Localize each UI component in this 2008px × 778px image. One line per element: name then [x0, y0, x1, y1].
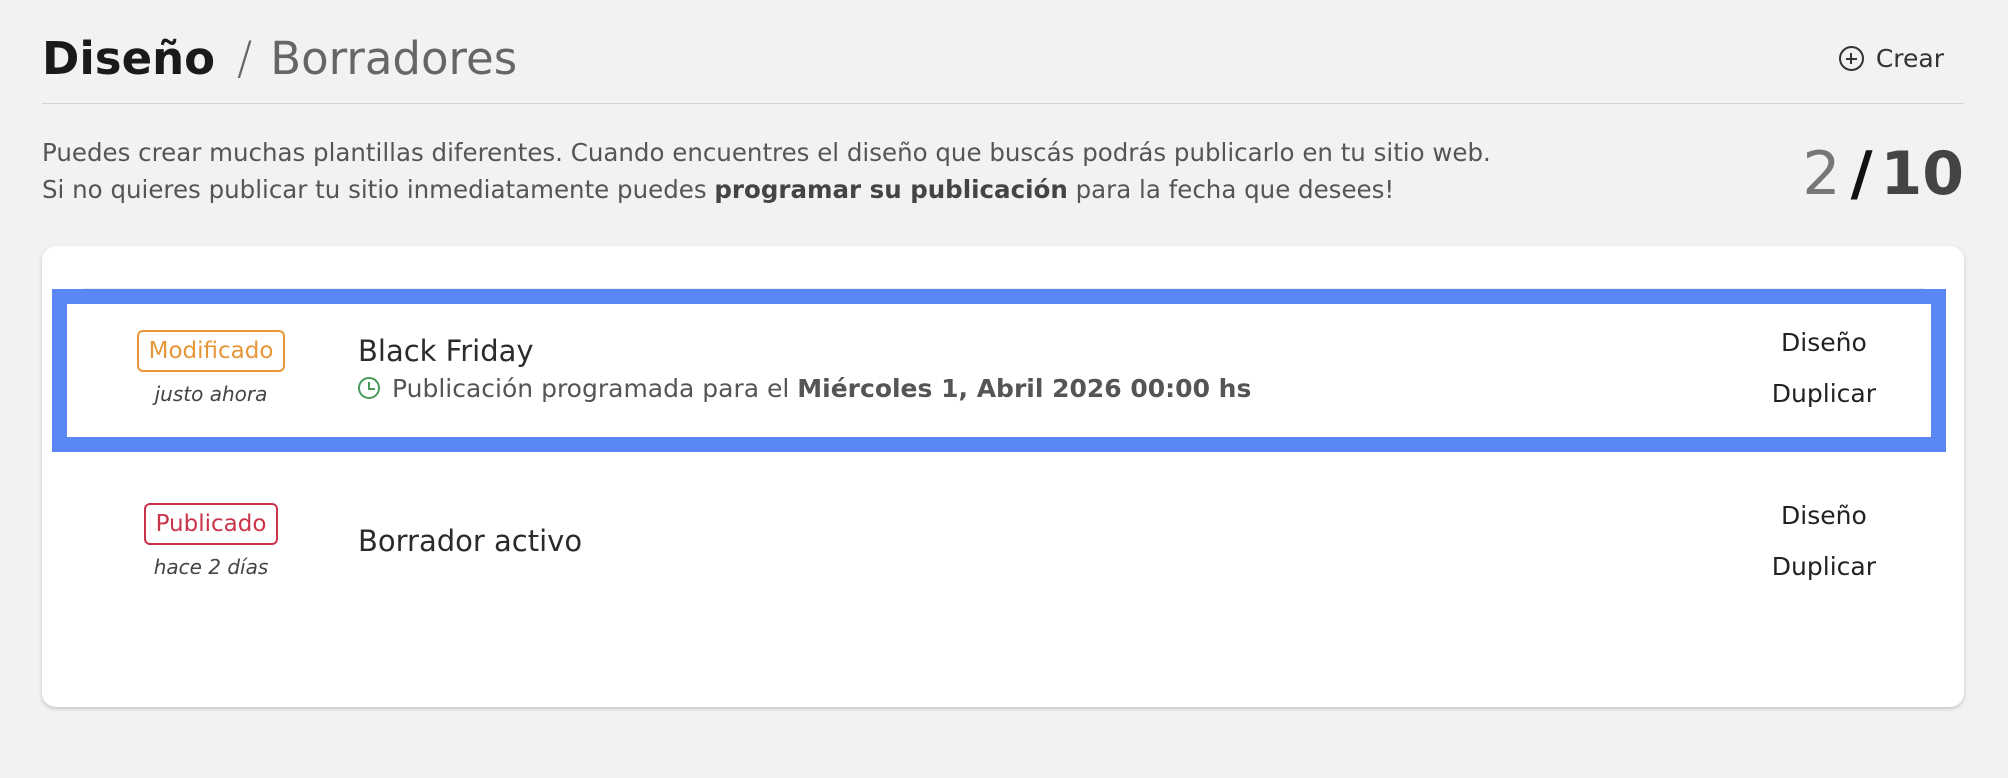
create-button[interactable]: Crear — [1838, 44, 1944, 73]
counter-total: 10 — [1880, 139, 1965, 209]
draft-row[interactable]: Modificado justo ahora Black Friday Publ… — [82, 288, 1924, 448]
row-actions: Diseño Duplicar — [1772, 289, 1876, 447]
breadcrumb-page: Borradores — [270, 32, 518, 85]
description-text-end: para la fecha que desees! — [1067, 175, 1395, 204]
breadcrumb: Diseño / Borradores — [42, 30, 517, 89]
breadcrumb-section[interactable]: Diseño — [42, 32, 215, 85]
description-line-1: Puedes crear muchas plantillas diferente… — [42, 138, 1491, 167]
status-badge: Modificado — [136, 329, 286, 373]
draft-info: Black Friday Publicación programada para… — [358, 289, 1251, 447]
status-column: Modificado justo ahora — [82, 289, 340, 447]
description-bold: programar su publicación — [714, 175, 1068, 204]
page-header: Diseño / Borradores Crear — [42, 22, 1964, 104]
duplicate-button[interactable]: Duplicar — [1772, 552, 1876, 581]
design-button[interactable]: Diseño — [1781, 501, 1867, 530]
schedule-prefix: Publicación programada para el — [392, 373, 798, 403]
page-description: Puedes crear muchas plantillas diferente… — [42, 134, 1491, 208]
draft-row[interactable]: Publicado hace 2 días Borrador activo Di… — [82, 461, 1924, 621]
duplicate-button[interactable]: Duplicar — [1772, 379, 1876, 408]
draft-counter: 2/10 — [1802, 138, 1964, 210]
schedule-text: Publicación programada para el Miércoles… — [392, 374, 1251, 403]
draft-info: Borrador activo — [358, 461, 582, 621]
schedule-info: Publicación programada para el Miércoles… — [358, 374, 1251, 403]
design-button[interactable]: Diseño — [1781, 328, 1867, 357]
drafts-card: Modificado justo ahora Black Friday Publ… — [42, 246, 1964, 707]
create-button-label: Crear — [1875, 44, 1944, 73]
draft-title: Black Friday — [358, 333, 534, 368]
plus-circle-icon — [1838, 46, 1864, 71]
description-line-2: Si no quieres publicar tu sitio inmediat… — [42, 171, 1491, 208]
status-badge: Publicado — [143, 502, 279, 546]
breadcrumb-separator: / — [237, 32, 253, 85]
counter-used: 2 — [1802, 139, 1841, 209]
description-text: Si no quieres publicar tu sitio inmediat… — [42, 175, 715, 204]
counter-separator: / — [1850, 139, 1873, 209]
status-column: Publicado hace 2 días — [82, 461, 340, 621]
clock-icon — [358, 377, 380, 399]
timestamp: hace 2 días — [153, 555, 269, 580]
timestamp: justo ahora — [154, 382, 268, 407]
row-actions: Diseño Duplicar — [1772, 461, 1876, 621]
draft-title: Borrador activo — [358, 524, 583, 558]
schedule-date: Miércoles 1, Abril 2026 00:00 hs — [797, 373, 1252, 403]
